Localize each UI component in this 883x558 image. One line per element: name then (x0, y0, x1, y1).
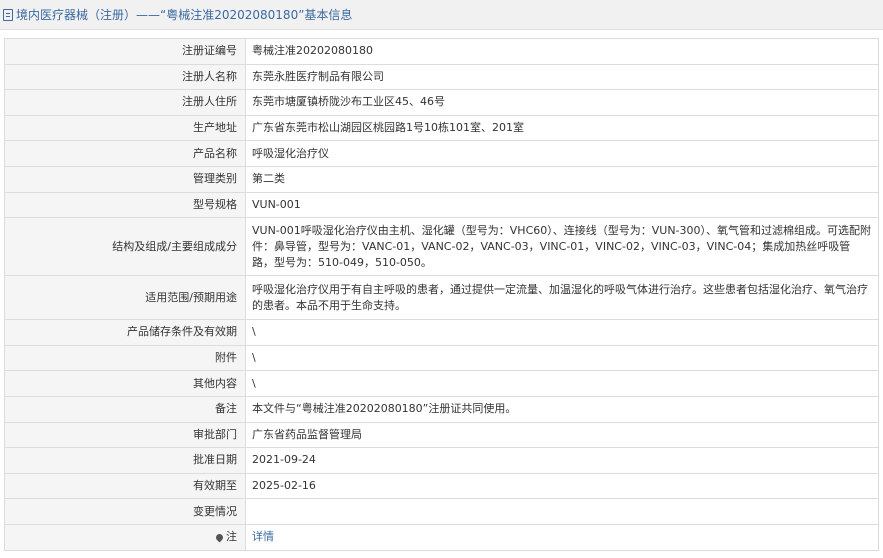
row-value: 呼吸湿化治疗仪 (245, 140, 879, 167)
info-table-wrapper: 注册证编号 粤械注准20202080180 注册人名称 东莞永胜医疗制品有限公司… (4, 38, 879, 551)
row-value: 广东省药品监督管理局 (245, 421, 879, 449)
note-value-cell: 详情 (245, 523, 879, 551)
info-table: 注册证编号 粤械注准20202080180 注册人名称 东莞永胜医疗制品有限公司… (4, 38, 879, 551)
row-value: 东莞永胜医疗制品有限公司 (245, 63, 879, 91)
table-row: 管理类别 第二类 (4, 165, 879, 193)
row-value: 东莞市塘厦镇桥陇沙布工业区45、46号 (245, 89, 879, 116)
row-label: 有效期至 (4, 472, 246, 500)
row-label: 审批部门 (4, 421, 246, 449)
row-value: \ (245, 319, 879, 346)
details-link[interactable]: 详情 (252, 530, 274, 543)
note-label-cell: 注 (4, 523, 246, 551)
row-value: 第二类 (245, 165, 879, 193)
row-label: 变更情况 (4, 498, 246, 525)
row-value: 2025-02-16 (245, 472, 879, 500)
table-row: 注册人名称 东莞永胜医疗制品有限公司 (4, 63, 879, 91)
row-label: 产品储存条件及有效期 (4, 319, 246, 346)
row-label: 备注 (4, 395, 246, 423)
table-row: 变更情况 (4, 498, 879, 525)
row-label: 注册人住所 (4, 89, 246, 116)
row-label: 其他内容 (4, 370, 246, 397)
row-label: 生产地址 (4, 114, 246, 142)
table-row: 有效期至 2025-02-16 (4, 472, 879, 500)
row-label: 结构及组成/主要组成成分 (4, 217, 246, 277)
row-label: 产品名称 (4, 140, 246, 167)
row-value: VUN-001 (245, 191, 879, 219)
table-row: 其他内容 \ (4, 370, 879, 397)
row-label: 管理类别 (4, 165, 246, 193)
row-value: \ (245, 370, 879, 397)
page-title: 境内医疗器械（注册）——“粤械注准20202080180”基本信息 (16, 8, 353, 22)
document-icon (3, 8, 13, 21)
row-label: 附件 (4, 344, 246, 372)
table-row: 产品储存条件及有效期 \ (4, 319, 879, 346)
row-value: 本文件与“粤械注准20202080180”注册证共同使用。 (245, 395, 879, 423)
row-value: 广东省东莞市松山湖园区桃园路1号10栋101室、201室 (245, 114, 879, 142)
table-row: 型号规格 VUN-001 (4, 191, 879, 219)
table-row: 结构及组成/主要组成成分 VUN-001呼吸湿化治疗仪由主机、湿化罐（型号为：V… (4, 217, 879, 277)
row-value: VUN-001呼吸湿化治疗仪由主机、湿化罐（型号为：VHC60）、连接线（型号为… (245, 217, 879, 277)
table-row: 批准日期 2021-09-24 (4, 447, 879, 474)
table-row: 备注 本文件与“粤械注准20202080180”注册证共同使用。 (4, 395, 879, 423)
table-row: 产品名称 呼吸湿化治疗仪 (4, 140, 879, 167)
row-value: 粤械注准20202080180 (245, 38, 879, 65)
row-label: 注册人名称 (4, 63, 246, 91)
table-row: 适用范围/预期用途 呼吸湿化治疗仪用于有自主呼吸的患者，通过提供一定流量、加温湿… (4, 275, 879, 321)
row-label: 型号规格 (4, 191, 246, 219)
row-value: 呼吸湿化治疗仪用于有自主呼吸的患者，通过提供一定流量、加温湿化的呼吸气体进行治疗… (245, 275, 879, 321)
row-value: 2021-09-24 (245, 447, 879, 474)
row-label: 注册证编号 (4, 38, 246, 65)
note-label: 注 (226, 530, 237, 544)
row-value (245, 498, 879, 525)
page-title-bar: 境内医疗器械（注册）——“粤械注准20202080180”基本信息 (0, 0, 883, 30)
row-label: 批准日期 (4, 447, 246, 474)
table-row-note: 注 详情 (4, 523, 879, 551)
table-row: 附件 \ (4, 344, 879, 372)
table-row: 生产地址 广东省东莞市松山湖园区桃园路1号10栋101室、201室 (4, 114, 879, 142)
table-row: 注册人住所 东莞市塘厦镇桥陇沙布工业区45、46号 (4, 89, 879, 116)
map-pin-icon (214, 532, 225, 543)
table-row: 注册证编号 粤械注准20202080180 (4, 38, 879, 65)
row-label: 适用范围/预期用途 (4, 275, 246, 321)
table-row: 审批部门 广东省药品监督管理局 (4, 421, 879, 449)
row-value: \ (245, 344, 879, 372)
